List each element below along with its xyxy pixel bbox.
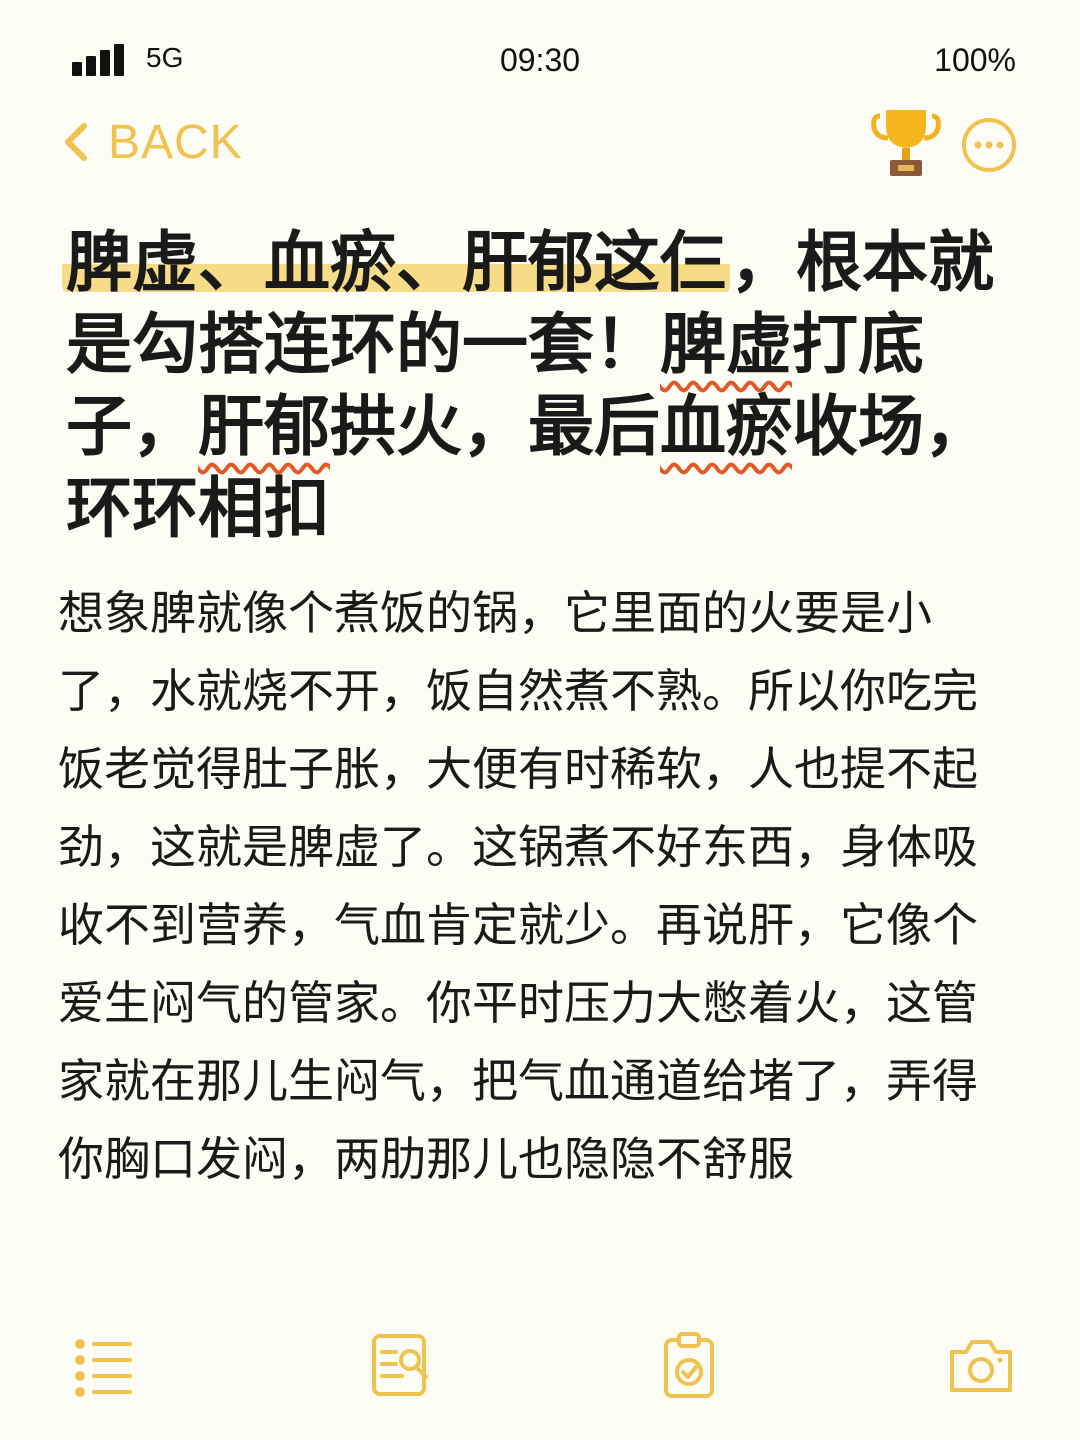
article-title: 脾虚、血瘀、肝郁这仨，根本就是勾搭连环的一套！脾虚打底子，肝郁拱火，最后血瘀收场… (62, 222, 1036, 550)
bottom-toolbar (0, 1320, 1080, 1410)
chevron-left-icon (65, 123, 87, 161)
clock: 09:30 (499, 42, 581, 78)
title-keyword-liver: 肝郁 (198, 388, 330, 465)
title-highlight: 脾虚、血瘀、肝郁这仨 (62, 224, 730, 301)
list-icon[interactable] (70, 1330, 140, 1400)
status-bar: 5G 09:30 100% (0, 0, 1080, 120)
trophy-icon[interactable] (868, 104, 944, 180)
title-text: 脾虚、血瘀、肝郁这仨，根本就是勾搭连环的一套！脾虚打底子，肝郁拱火，最后血瘀收场… (62, 222, 1036, 550)
article-body: 想象脾就像个煮饭的锅，它里面的火要是小了，水就烧不开，饭自然煮不熟。所以你吃完饭… (58, 586, 978, 1186)
camera-icon[interactable] (946, 1330, 1016, 1400)
search-document-icon[interactable] (368, 1330, 438, 1400)
title-text-part: 拱火，最后 (330, 388, 660, 465)
clipboard-check-icon[interactable] (654, 1330, 724, 1400)
back-button[interactable]: BACK (62, 110, 243, 174)
title-keyword-blood: 血瘀 (660, 388, 792, 465)
battery-level: 100% (934, 42, 1016, 78)
back-label: BACK (108, 115, 243, 169)
more-options-icon[interactable] (960, 116, 1018, 174)
title-keyword-spleen: 脾虚 (660, 306, 792, 383)
